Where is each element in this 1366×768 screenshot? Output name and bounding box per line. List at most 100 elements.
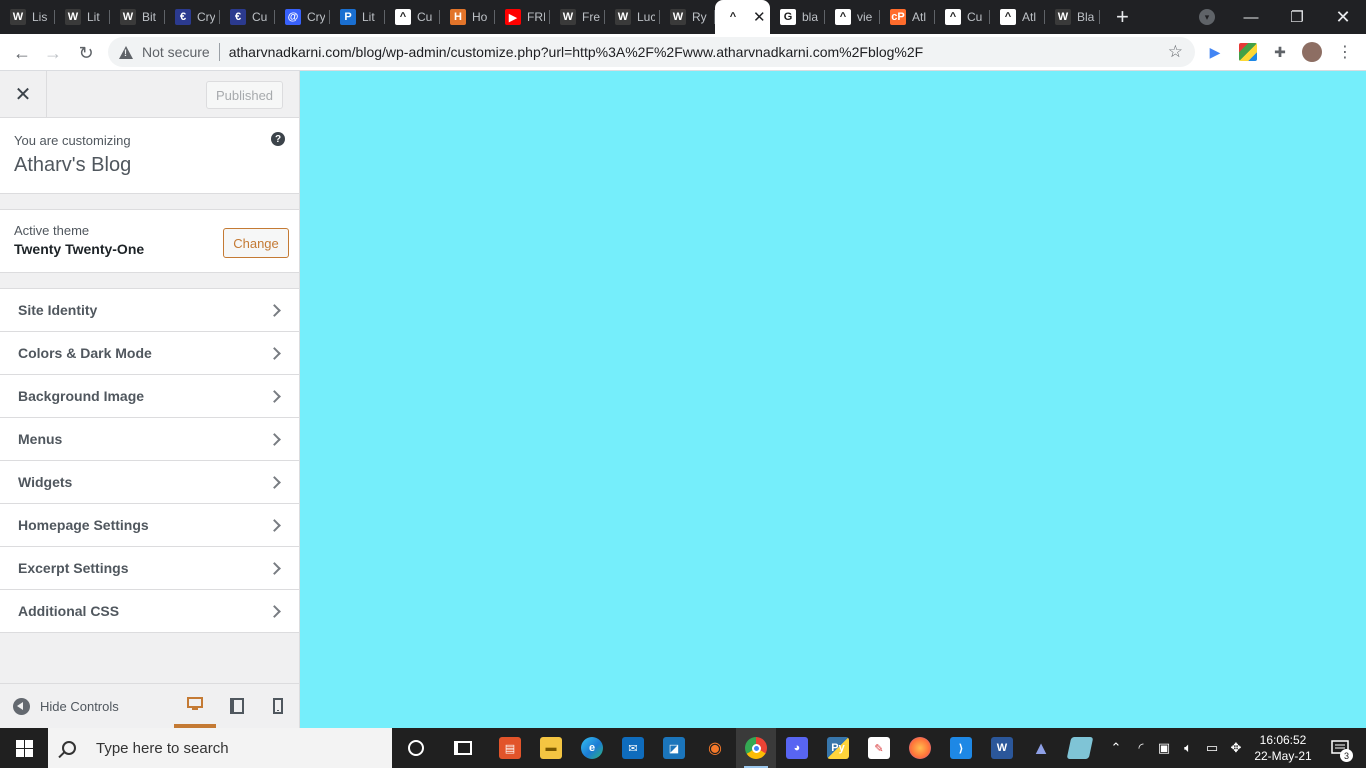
app-icon[interactable]: ▤	[490, 728, 530, 768]
wordpress-icon: W	[1055, 9, 1071, 25]
profile-avatar[interactable]	[1302, 42, 1322, 62]
paint-icon[interactable]: ✎	[859, 728, 899, 768]
browser-tab[interactable]: ▶ FRI	[495, 0, 550, 34]
meet-now-icon[interactable]: ▣	[1154, 728, 1174, 768]
tab-title: Lit	[87, 10, 100, 24]
tab-close-icon[interactable]: ✕	[753, 8, 766, 26]
section-menus[interactable]: Menus	[0, 418, 299, 461]
file-explorer-icon[interactable]: ▬	[531, 728, 571, 768]
reload-button[interactable]: ↻	[73, 40, 99, 66]
published-button[interactable]: Published	[206, 81, 283, 109]
browser-tab[interactable]: ^ Atl	[990, 0, 1045, 34]
wifi-icon[interactable]: ◜	[1130, 728, 1152, 768]
cortana-icon[interactable]	[396, 728, 436, 768]
discord-icon[interactable]: ◕	[777, 728, 817, 768]
mobile-preview-icon[interactable]	[257, 684, 299, 728]
show-hidden-icons[interactable]: ⌃	[1106, 728, 1126, 768]
browser-tab[interactable]: W Ry	[660, 0, 715, 34]
not-secure-label[interactable]: Not secure	[142, 44, 210, 60]
section-widgets[interactable]: Widgets	[0, 461, 299, 504]
customizer-header: ✕ Published	[0, 71, 299, 118]
desktop-preview-icon[interactable]	[174, 684, 216, 728]
close-customizer-button[interactable]: ✕	[0, 71, 47, 117]
browser-tab[interactable]: ^ ✕	[715, 0, 770, 34]
crypto-icon: €	[230, 9, 246, 25]
warning-icon[interactable]	[119, 45, 133, 59]
browser-tab[interactable]: ^ Cu	[385, 0, 440, 34]
coinmarket-icon: @	[285, 9, 301, 25]
back-button[interactable]: ←	[9, 40, 35, 66]
extension-grid-icon[interactable]	[1239, 43, 1257, 61]
astra-icon: ^	[395, 9, 411, 25]
wordpress-icon: W	[560, 9, 576, 25]
system-clock[interactable]: 16:06:52 22-May-21	[1248, 732, 1318, 764]
browser-tab[interactable]: W Fre	[550, 0, 605, 34]
hide-controls-label: Hide Controls	[40, 698, 119, 714]
python-icon[interactable]: Py	[818, 728, 858, 768]
notes-app-icon[interactable]	[1060, 728, 1100, 768]
section-excerpt-settings[interactable]: Excerpt Settings	[0, 547, 299, 590]
chrome-menu-icon[interactable]: ⋮	[1336, 43, 1354, 61]
tab-title: Luc	[637, 10, 655, 24]
dropbox-icon[interactable]: ✥	[1226, 728, 1246, 768]
notification-center-icon[interactable]: 3	[1320, 728, 1360, 768]
extension-icon[interactable]: ▶	[1206, 43, 1224, 61]
search-icon	[62, 741, 76, 755]
omnibox-separator	[218, 43, 220, 61]
browser-tab[interactable]: Gbla	[770, 0, 825, 34]
edge-icon[interactable]: e	[572, 728, 612, 768]
new-tab-button[interactable]: +	[1116, 6, 1129, 28]
tab-title: Ry	[692, 10, 707, 24]
browser-tab[interactable]: W Lit	[55, 0, 110, 34]
battery-icon[interactable]: ▭	[1202, 728, 1222, 768]
close-window-button[interactable]: ✕	[1320, 0, 1366, 34]
tab-title: Lis	[32, 10, 48, 24]
start-button[interactable]	[0, 728, 48, 768]
forward-button[interactable]: →	[40, 40, 66, 66]
liveproject-icon: P	[340, 9, 356, 25]
section-site-identity[interactable]: Site Identity	[0, 289, 299, 332]
restore-button[interactable]: ❐	[1274, 0, 1320, 34]
section-label: Background Image	[18, 388, 145, 404]
browser-tab[interactable]: W Bit	[110, 0, 165, 34]
volume-icon[interactable]: 🔈︎	[1178, 728, 1198, 768]
customizer-panel: ✕ Published You are customizing Atharv's…	[0, 71, 300, 728]
bookmark-star-icon[interactable]: ☆	[1168, 42, 1183, 62]
section-additional-css[interactable]: Additional CSS	[0, 590, 299, 633]
change-theme-button[interactable]: Change	[223, 228, 289, 258]
browser-tab[interactable]: € Cry	[165, 0, 220, 34]
browser-tab[interactable]: ^ Cu	[935, 0, 990, 34]
browser-tab[interactable]: cP Atl	[880, 0, 935, 34]
firefox-icon[interactable]	[900, 728, 940, 768]
taskbar-search-box[interactable]: Type here to search	[48, 728, 392, 768]
section-background-image[interactable]: Background Image	[0, 375, 299, 418]
app-triangle-icon[interactable]: ▲	[1021, 728, 1061, 768]
task-view-icon[interactable]	[443, 728, 483, 768]
tab-search-icon[interactable]: ▾	[1199, 9, 1215, 25]
browser-tab[interactable]: W Bla	[1045, 0, 1100, 34]
vscode-icon[interactable]: ⟩	[941, 728, 981, 768]
help-icon[interactable]: ?	[271, 132, 285, 146]
browser-tab[interactable]: W Luc	[605, 0, 660, 34]
extensions-puzzle-icon[interactable]: ✚	[1271, 43, 1289, 61]
mail-icon[interactable]: ✉	[613, 728, 653, 768]
url-text[interactable]: atharvnadkarni.com/blog/wp-admin/customi…	[229, 44, 924, 60]
address-bar[interactable]: Not secure atharvnadkarni.com/blog/wp-ad…	[108, 37, 1195, 67]
section-homepage-settings[interactable]: Homepage Settings	[0, 504, 299, 547]
blender-icon[interactable]: ◉	[695, 728, 735, 768]
browser-tab[interactable]: P Lit	[330, 0, 385, 34]
hide-controls-button[interactable]: Hide Controls	[13, 697, 119, 715]
site-preview[interactable]	[300, 71, 1366, 728]
word-icon[interactable]: W	[982, 728, 1022, 768]
tablet-preview-icon[interactable]	[216, 684, 258, 728]
minimize-button[interactable]: —	[1228, 0, 1274, 34]
section-colors-dark-mode[interactable]: Colors & Dark Mode	[0, 332, 299, 375]
tab-title: Cry	[307, 10, 325, 24]
chrome-taskbar-icon[interactable]	[736, 728, 776, 768]
browser-tab[interactable]: € Cu	[220, 0, 275, 34]
browser-tab[interactable]: ^ vie	[825, 0, 880, 34]
browser-tab[interactable]: @ Cry	[275, 0, 330, 34]
photos-icon[interactable]: ◪	[654, 728, 694, 768]
browser-tab[interactable]: H Ho	[440, 0, 495, 34]
browser-tab[interactable]: W Lis	[0, 0, 55, 34]
